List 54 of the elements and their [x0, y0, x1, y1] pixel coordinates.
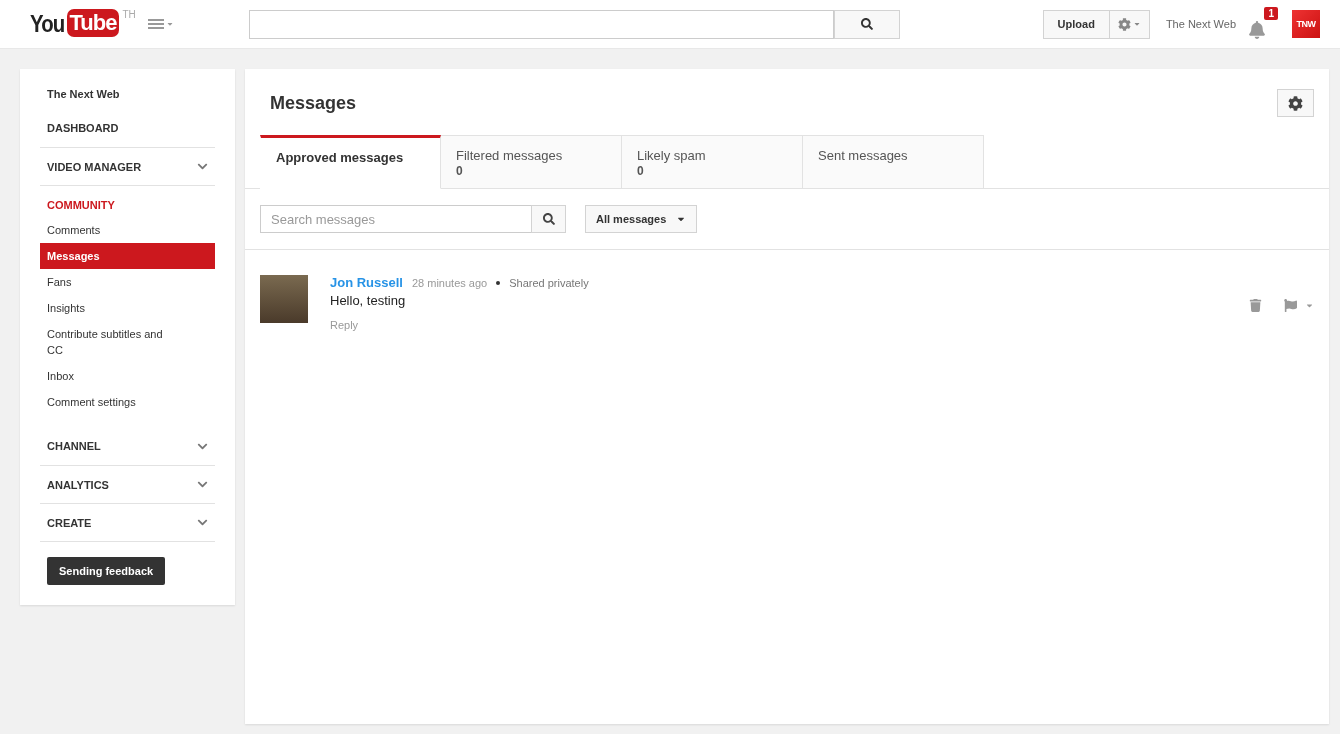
- upload-button[interactable]: Upload: [1042, 9, 1110, 39]
- search-icon: [860, 18, 873, 30]
- timestamp: 28 minutes ago: [411, 277, 488, 289]
- sidebar-section[interactable]: DASHBOARD: [40, 109, 215, 147]
- search-field[interactable]: [248, 9, 834, 39]
- sidebar-section[interactable]: ANALYTICS: [40, 465, 215, 503]
- sidebar-section[interactable]: CHANNEL: [40, 427, 215, 465]
- logo-text: Tube: [66, 9, 120, 37]
- search-button[interactable]: [833, 9, 900, 39]
- sidebar-item[interactable]: Fans: [40, 269, 215, 295]
- feedback-button[interactable]: Sending feedback: [47, 557, 166, 585]
- logo-text: You: [30, 9, 65, 39]
- guide-menu-button[interactable]: [147, 18, 174, 30]
- channel-link[interactable]: The Next Web: [40, 79, 215, 109]
- caret-icon: [165, 20, 174, 28]
- search-icon: [542, 213, 555, 225]
- gear-icon: [1288, 95, 1303, 111]
- sidebar-item[interactable]: Inbox: [40, 363, 215, 389]
- visibility-link[interactable]: Shared privately: [509, 277, 589, 289]
- bell-icon[interactable]: [1248, 21, 1266, 39]
- channel-avatar[interactable]: TNW: [1292, 10, 1320, 38]
- tab[interactable]: Filtered messages 0: [441, 135, 622, 189]
- sidebar-item[interactable]: Comment settings: [40, 389, 215, 415]
- sidebar-section[interactable]: CREATE: [40, 503, 215, 541]
- search-button[interactable]: [531, 205, 566, 233]
- account-name[interactable]: The Next Web: [1165, 18, 1236, 30]
- sidebar-section[interactable]: COMMUNITY: [40, 185, 215, 223]
- chevron-icon: [197, 479, 208, 490]
- settings-button[interactable]: [1277, 89, 1314, 117]
- tab[interactable]: Approved messages: [260, 135, 441, 189]
- chevron-icon: [197, 161, 208, 172]
- caret-icon: [1132, 20, 1141, 28]
- chevron-icon: [197, 517, 208, 528]
- tab[interactable]: Likely spam 0: [622, 135, 803, 189]
- photo-placeholder: [260, 275, 308, 323]
- filter-dropdown[interactable]: All messages: [585, 205, 698, 233]
- trash-icon: [1249, 299, 1262, 312]
- caret-icon: [1305, 301, 1314, 310]
- sidebar-item[interactable]: Messages: [40, 243, 215, 269]
- sidebar-item[interactable]: Contribute subtitles and CC: [40, 321, 215, 363]
- notification-badge: 1: [1264, 7, 1278, 20]
- sidebar-item[interactable]: Insights: [40, 295, 215, 321]
- search-field[interactable]: Search messages: [260, 205, 532, 233]
- separator-dot: [496, 280, 501, 285]
- youtube-logo[interactable]: You Tube TH: [30, 9, 136, 39]
- delete-button[interactable]: [1249, 299, 1262, 312]
- page-title: Messages: [270, 92, 357, 114]
- flag-icon: [1284, 299, 1297, 312]
- message-text: Hello, testing: [330, 293, 407, 308]
- sidebar-section[interactable]: VIDEO MANAGER: [40, 147, 215, 185]
- gear-icon: [1117, 17, 1131, 31]
- flag-button[interactable]: [1284, 299, 1314, 312]
- region-label: TH: [122, 9, 136, 20]
- tab[interactable]: Sent messages: [803, 135, 984, 189]
